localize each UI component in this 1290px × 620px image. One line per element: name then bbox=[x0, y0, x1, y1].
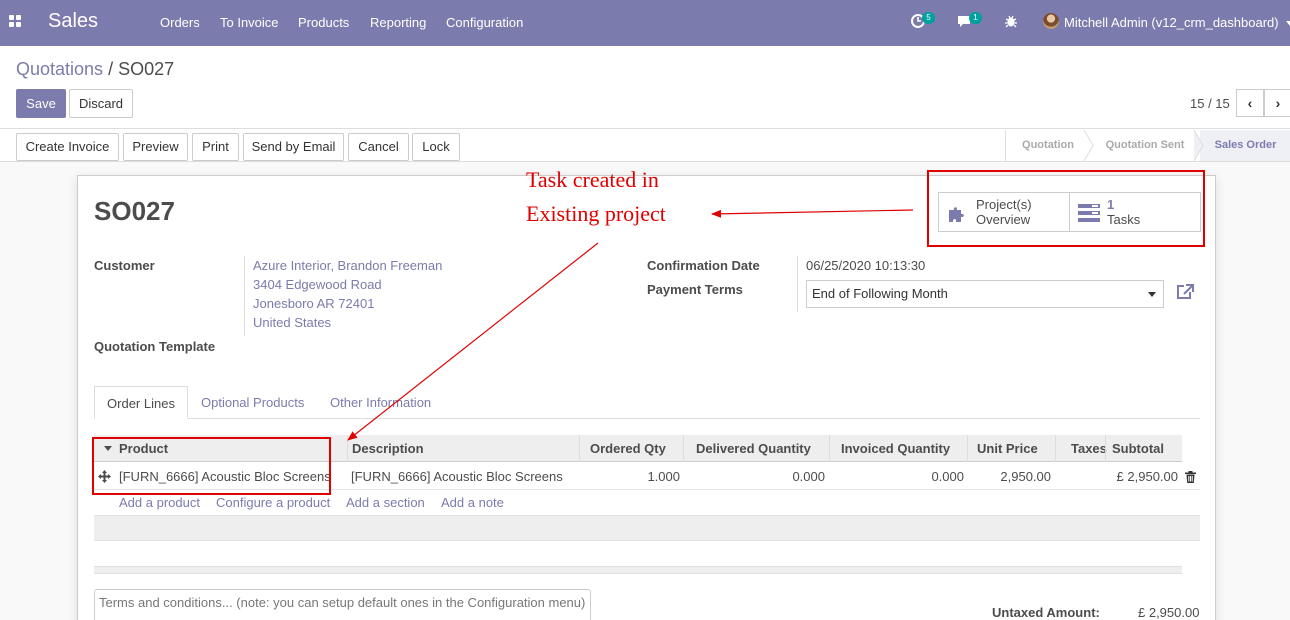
customer-country: United States bbox=[253, 315, 332, 330]
customer-label: Customer bbox=[94, 258, 155, 273]
tab-other-information[interactable]: Other Information bbox=[330, 386, 431, 419]
payment-terms-label: Payment Terms bbox=[647, 282, 743, 297]
user-name: Mitchell Admin (v12_crm_dashboard) bbox=[1064, 15, 1279, 30]
confirmation-date-value: 06/25/2020 10:13:30 bbox=[806, 258, 926, 273]
tab-optional-products[interactable]: Optional Products bbox=[201, 386, 304, 419]
record-title: SO027 bbox=[94, 196, 175, 226]
column-separator bbox=[683, 435, 684, 462]
customer-street: 3404 Edgewood Road bbox=[253, 277, 382, 292]
column-separator bbox=[967, 435, 968, 462]
empty-row bbox=[94, 515, 1200, 541]
save-button[interactable]: Save bbox=[16, 89, 66, 118]
message-count-badge: 1 bbox=[969, 12, 982, 24]
column-separator bbox=[579, 435, 580, 462]
column-unit-price[interactable]: Unit Price bbox=[977, 435, 1038, 462]
status-quotation-sent[interactable]: Quotation Sent bbox=[1090, 130, 1200, 161]
column-separator bbox=[347, 435, 348, 462]
menu-to-invoice[interactable]: To Invoice bbox=[220, 15, 279, 30]
status-sales-order[interactable]: Sales Order bbox=[1200, 130, 1290, 161]
apps-menu-icon[interactable] bbox=[9, 15, 23, 29]
cell-subtotal: £ 2,950.00 bbox=[1116, 469, 1178, 484]
quotation-template-label: Quotation Template bbox=[94, 339, 216, 354]
cell-invoiced-qty: 0.000 bbox=[931, 469, 964, 484]
field-divider bbox=[797, 256, 798, 312]
create-invoice-button[interactable]: Create Invoice bbox=[16, 133, 119, 161]
annotation-box-product bbox=[92, 437, 331, 495]
cell-description: [FURN_6666] Acoustic Bloc Screens bbox=[351, 469, 563, 484]
column-separator bbox=[1055, 435, 1056, 462]
pager-previous-icon[interactable]: ‹ bbox=[1236, 89, 1264, 117]
add-section-link[interactable]: Add a section bbox=[346, 495, 425, 510]
trash-icon[interactable] bbox=[1185, 471, 1196, 483]
cell-unit-price: 2,950.00 bbox=[1000, 469, 1051, 484]
menu-orders[interactable]: Orders bbox=[160, 15, 200, 30]
confirmation-date-label: Confirmation Date bbox=[647, 258, 760, 273]
column-delivered-quantity[interactable]: Delivered Quantity bbox=[696, 435, 811, 462]
annotation-box-smart-buttons bbox=[927, 170, 1205, 247]
status-separator bbox=[1194, 130, 1204, 161]
pager-value: 15 / 15 bbox=[1190, 96, 1230, 111]
status-bar: Quotation Quotation Sent Sales Order bbox=[1005, 130, 1290, 161]
breadcrumb-current: SO027 bbox=[118, 59, 175, 79]
top-navbar: Sales Orders To Invoice Products Reporti… bbox=[0, 0, 1290, 46]
control-panel-divider bbox=[0, 128, 1290, 129]
add-product-link[interactable]: Add a product bbox=[119, 495, 200, 510]
debug-bug-icon[interactable] bbox=[1003, 13, 1019, 29]
table-footer bbox=[94, 566, 1182, 574]
column-description[interactable]: Description bbox=[352, 435, 424, 462]
lock-button[interactable]: Lock bbox=[412, 133, 460, 161]
customer-city: Jonesboro AR 72401 bbox=[253, 296, 375, 311]
tab-order-lines[interactable]: Order Lines bbox=[94, 386, 188, 419]
discard-button[interactable]: Discard bbox=[69, 89, 133, 118]
cancel-button[interactable]: Cancel bbox=[348, 133, 409, 161]
breadcrumb: Quotations / SO027 bbox=[16, 59, 174, 80]
column-separator bbox=[1105, 435, 1106, 462]
add-note-link[interactable]: Add a note bbox=[441, 495, 504, 510]
untaxed-amount-label: Untaxed Amount: bbox=[992, 605, 1100, 620]
column-ordered-qty[interactable]: Ordered Qty bbox=[590, 435, 666, 462]
customer-name-link[interactable]: Azure Interior, Brandon Freeman bbox=[253, 258, 442, 273]
cell-delivered-qty: 0.000 bbox=[792, 469, 825, 484]
send-by-email-button[interactable]: Send by Email bbox=[243, 133, 344, 161]
user-avatar[interactable] bbox=[1043, 13, 1059, 29]
field-divider bbox=[244, 256, 245, 336]
status-quotation[interactable]: Quotation bbox=[1006, 130, 1090, 161]
column-separator bbox=[829, 435, 830, 462]
status-separator bbox=[1084, 130, 1094, 161]
chevron-down-icon bbox=[1286, 21, 1290, 27]
column-invoiced-quantity[interactable]: Invoiced Quantity bbox=[841, 435, 950, 462]
annotation-text-line2: Existing project bbox=[526, 201, 666, 226]
preview-button[interactable]: Preview bbox=[123, 133, 188, 161]
chevron-down-icon bbox=[1148, 292, 1156, 297]
untaxed-amount-value: £ 2,950.00 bbox=[1138, 605, 1200, 620]
print-button[interactable]: Print bbox=[192, 133, 239, 161]
cell-ordered-qty: 1.000 bbox=[647, 469, 680, 484]
menu-configuration[interactable]: Configuration bbox=[446, 15, 523, 30]
payment-terms-value: End of Following Month bbox=[812, 286, 948, 301]
configure-product-link[interactable]: Configure a product bbox=[216, 495, 330, 510]
user-menu[interactable]: Mitchell Admin (v12_crm_dashboard) bbox=[1064, 15, 1290, 30]
breadcrumb-quotations[interactable]: Quotations bbox=[16, 59, 103, 79]
column-subtotal[interactable]: Subtotal bbox=[1112, 435, 1164, 462]
column-taxes[interactable]: Taxes bbox=[1071, 435, 1107, 462]
annotation-text-line1: Task created in bbox=[526, 167, 659, 192]
pager-next-icon[interactable]: › bbox=[1264, 89, 1290, 117]
terms-and-conditions-field[interactable]: Terms and conditions... (note: you can s… bbox=[94, 589, 591, 620]
payment-terms-select[interactable]: End of Following Month bbox=[806, 280, 1164, 308]
menu-reporting[interactable]: Reporting bbox=[370, 15, 426, 30]
activity-count-badge: 5 bbox=[922, 12, 935, 24]
menu-products[interactable]: Products bbox=[298, 15, 349, 30]
breadcrumb-separator: / bbox=[108, 59, 114, 79]
external-link-icon[interactable] bbox=[1175, 283, 1195, 301]
app-name: Sales bbox=[48, 10, 99, 32]
